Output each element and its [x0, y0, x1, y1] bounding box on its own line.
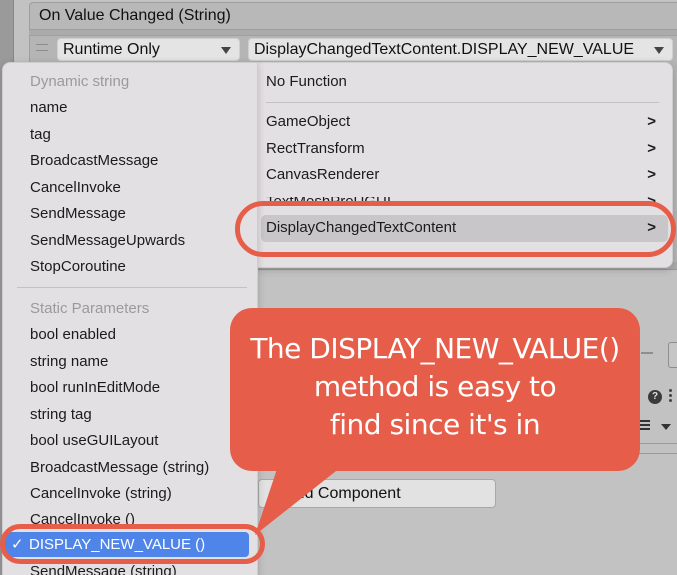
menu-heading-static: Static Parameters: [30, 300, 150, 317]
chevron-right-icon: >: [647, 140, 656, 157]
menu-item-gameobject[interactable]: GameObject: [266, 113, 350, 130]
method-menu: Dynamic string name tag BroadcastMessage…: [2, 62, 258, 575]
menu-item[interactable]: string tag: [30, 406, 92, 423]
menu-item[interactable]: SendMessageUpwards: [30, 232, 185, 249]
menu-separator: [266, 102, 659, 103]
highlight-ring-method: [0, 524, 265, 564]
menu-item[interactable]: SendMessage: [30, 205, 126, 222]
menu-item-recttransform[interactable]: RectTransform: [266, 140, 365, 157]
menu-item[interactable]: bool runInEditMode: [30, 379, 160, 396]
menu-item[interactable]: StopCoroutine: [30, 258, 126, 275]
callout-text: The DISPLAY_NEW_VALUE() method is easy t…: [230, 330, 640, 444]
highlight-ring-component: [235, 201, 676, 257]
menu-item[interactable]: bool useGUILayout: [30, 432, 158, 449]
menu-item[interactable]: name: [30, 99, 68, 116]
menu-item[interactable]: SendMessage (string): [30, 563, 177, 575]
value-field[interactable]: [668, 342, 677, 368]
menu-separator: [17, 287, 247, 288]
chevron-down-icon[interactable]: [661, 424, 671, 430]
callout-bubble: The DISPLAY_NEW_VALUE() method is easy t…: [230, 308, 640, 471]
menu-item[interactable]: bool enabled: [30, 326, 116, 343]
menu-item[interactable]: string name: [30, 353, 108, 370]
menu-item[interactable]: BroadcastMessage: [30, 152, 158, 169]
function-dropdown[interactable]: DisplayChangedTextContent.DISPLAY_NEW_VA…: [248, 38, 673, 61]
drag-handle-icon[interactable]: [36, 44, 48, 51]
event-body-divider: [29, 30, 677, 36]
help-icon[interactable]: ?: [648, 390, 662, 404]
chevron-down-icon: [221, 47, 231, 54]
menu-heading-dynamic: Dynamic string: [30, 73, 130, 90]
more-options-icon[interactable]: [669, 389, 673, 405]
menu-item[interactable]: CancelInvoke (string): [30, 485, 172, 502]
function-value: DisplayChangedTextContent.DISPLAY_NEW_VA…: [254, 41, 635, 58]
menu-item-canvasrenderer[interactable]: CanvasRenderer: [266, 166, 379, 183]
menu-item[interactable]: CancelInvoke: [30, 179, 121, 196]
callout-tail-shape: [255, 460, 350, 535]
callout-line: find since it's in: [329, 408, 541, 441]
menu-item[interactable]: BroadcastMessage (string): [30, 459, 209, 476]
menu-item[interactable]: tag: [30, 126, 51, 143]
callout-line: The DISPLAY_NEW_VALUE(): [250, 332, 620, 365]
event-title: On Value Changed (String): [39, 7, 231, 24]
event-header: On Value Changed (String): [29, 2, 677, 30]
chevron-down-icon: [654, 47, 664, 54]
menu-item-no-function[interactable]: No Function: [266, 73, 347, 90]
runtime-mode-dropdown[interactable]: Runtime Only: [57, 38, 240, 61]
minus-icon[interactable]: [641, 352, 653, 354]
chevron-right-icon: >: [647, 113, 656, 130]
callout-line: method is easy to: [313, 370, 557, 403]
chevron-right-icon: >: [647, 166, 656, 183]
runtime-mode-value: Runtime Only: [63, 41, 160, 58]
